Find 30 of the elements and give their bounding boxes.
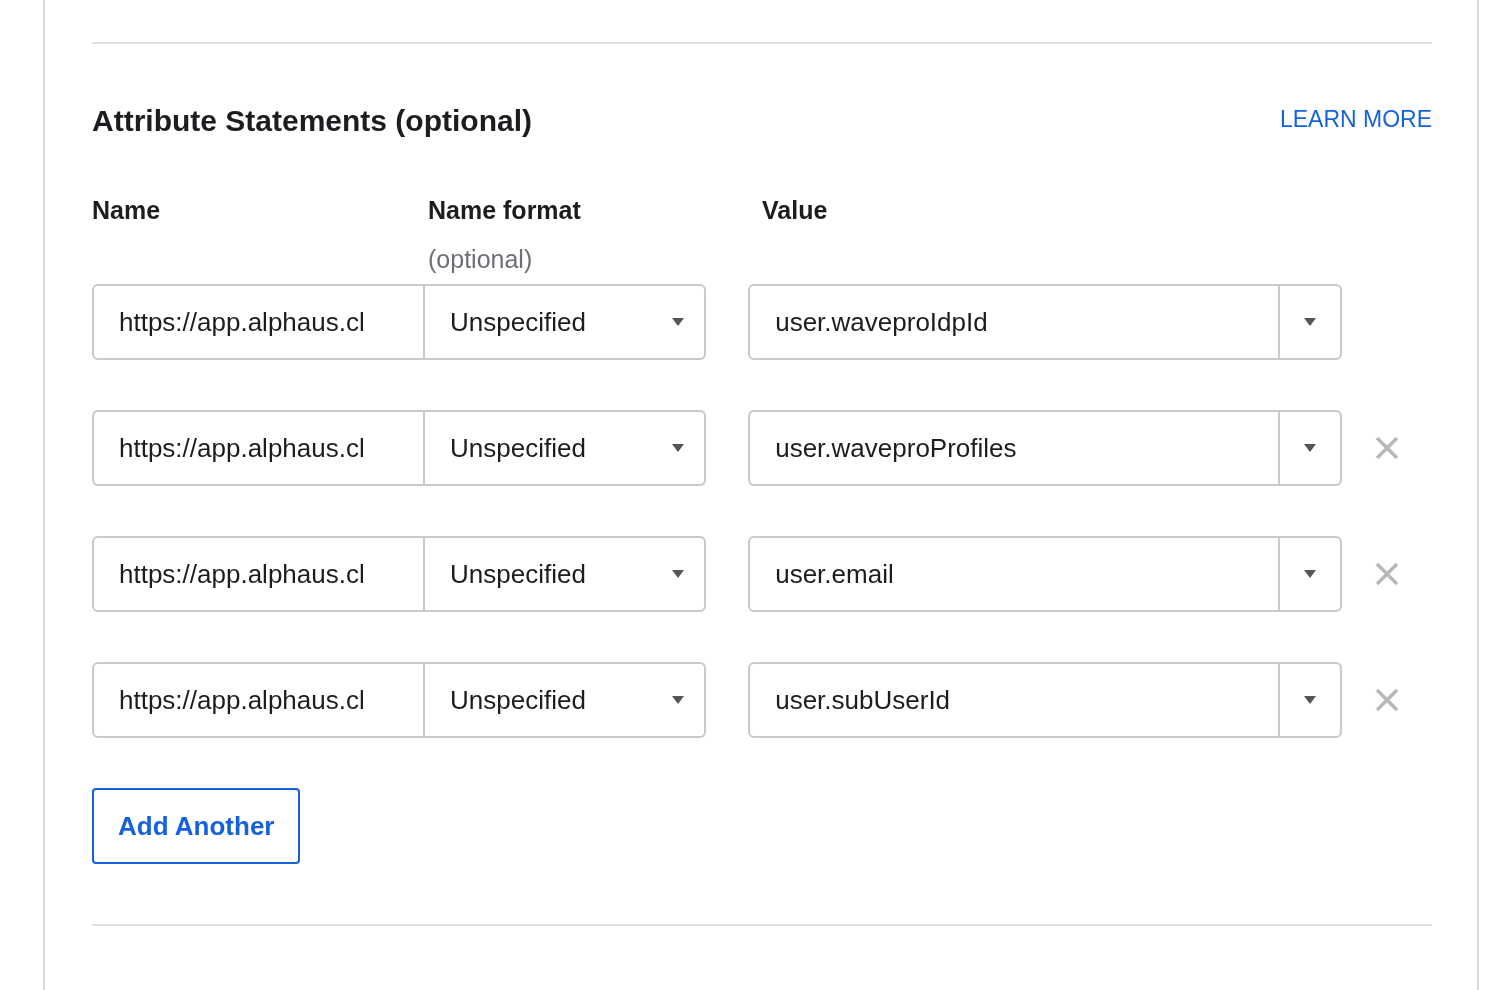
name-format-select[interactable]: Unspecified (425, 536, 707, 612)
learn-more-link[interactable]: LEARN MORE (1279, 106, 1432, 133)
name-input[interactable]: https://app.alphaus.cl (92, 284, 425, 360)
value-combobox[interactable]: user.waveproProfiles (748, 410, 1343, 486)
add-another-button[interactable]: Add Another (92, 788, 301, 864)
value-combobox[interactable]: user.waveproIdpId (748, 284, 1343, 360)
column-label: Name (92, 196, 162, 225)
caret-icon (1304, 570, 1317, 578)
section-title: Attribute Statements (optional) (92, 104, 532, 138)
value-combobox[interactable]: user.email (748, 536, 1343, 612)
remove-icon[interactable] (1375, 436, 1400, 460)
column-label: Name format (428, 196, 582, 225)
remove-icon[interactable] (1375, 688, 1400, 712)
caret-icon (672, 444, 685, 452)
name-input[interactable]: https://app.alphaus.cl (92, 410, 425, 486)
column-label: Value (762, 196, 828, 225)
caret-icon (672, 696, 685, 704)
name-input[interactable]: https://app.alphaus.cl (92, 536, 425, 612)
caret-icon (672, 318, 685, 326)
caret-icon (1304, 318, 1317, 326)
name-input[interactable]: https://app.alphaus.cl (92, 662, 425, 738)
caret-icon (1304, 696, 1317, 704)
caret-icon (672, 570, 685, 578)
name-format-select[interactable]: Unspecified (425, 284, 707, 360)
remove-icon[interactable] (1375, 562, 1400, 586)
caret-icon (1304, 444, 1317, 452)
value-combobox[interactable]: user.subUserId (748, 662, 1343, 738)
name-format-select[interactable]: Unspecified (425, 662, 707, 738)
column-hint: (optional) (428, 245, 534, 274)
name-format-select[interactable]: Unspecified (425, 410, 707, 486)
